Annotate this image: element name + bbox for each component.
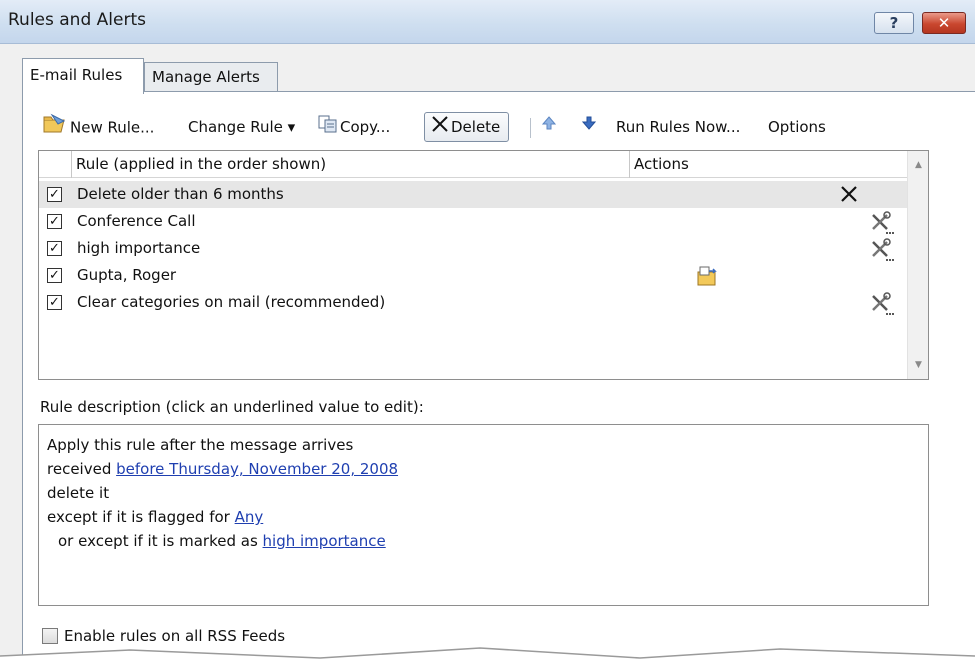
rule-row[interactable]: ✓ high importance [39, 235, 907, 262]
torn-edge-decoration [0, 647, 975, 662]
description-text: received [47, 460, 117, 478]
copy-icon [318, 113, 338, 143]
tab-manage-alerts[interactable]: Manage Alerts [144, 62, 278, 92]
delete-label: Delete [451, 118, 501, 136]
description-text: or except if it is marked as [58, 532, 263, 550]
tools-icon [869, 292, 895, 320]
move-down-button[interactable] [581, 112, 597, 142]
rule-row[interactable]: ✓ Conference Call [39, 208, 907, 235]
close-button[interactable]: ✕ [922, 12, 966, 34]
move-to-folder-icon [695, 265, 719, 291]
delete-x-icon [431, 114, 449, 142]
rules-toolbar: New Rule... Change Rule ▾ Copy... Delete [42, 112, 842, 142]
rule-enabled-checkbox[interactable]: ✓ [47, 295, 62, 310]
move-up-button[interactable] [541, 112, 557, 142]
description-line: delete it [47, 484, 110, 502]
copy-label: Copy... [340, 118, 391, 136]
change-rule-button[interactable]: Change Rule ▾ [188, 112, 295, 142]
importance-condition-link[interactable]: high importance [263, 532, 386, 550]
description-text: except if it is flagged for [47, 508, 235, 526]
rule-row[interactable]: ✓ Clear categories on mail (recommended) [39, 289, 907, 316]
rule-enabled-checkbox[interactable]: ✓ [47, 268, 62, 283]
options-button[interactable]: Options [768, 112, 826, 142]
rule-name: Gupta, Roger [77, 266, 177, 284]
scroll-up-icon[interactable]: ▲ [908, 155, 929, 175]
run-rules-now-button[interactable]: Run Rules Now... [616, 112, 740, 142]
arrow-down-icon [581, 116, 597, 135]
rule-enabled-checkbox[interactable]: ✓ [47, 214, 62, 229]
date-condition-link[interactable]: before Thursday, November 20, 2008 [116, 460, 398, 478]
description-line: except if it is flagged for Any [47, 505, 928, 529]
description-line: Apply this rule after the message arrive… [47, 436, 354, 454]
title-bar: Rules and Alerts ? ✕ [0, 0, 975, 44]
column-header-rule[interactable]: Rule (applied in the order shown) [71, 151, 326, 178]
toolbar-separator [530, 118, 531, 138]
tab-email-rules[interactable]: E-mail Rules [22, 58, 144, 94]
rule-name: Delete older than 6 months [77, 185, 284, 203]
rule-row[interactable]: ✓ Delete older than 6 months [39, 181, 907, 208]
new-rule-label: New Rule... [70, 118, 155, 137]
help-button[interactable]: ? [874, 12, 914, 34]
rule-row[interactable]: ✓ Gupta, Roger [39, 262, 907, 289]
description-line: received before Thursday, November 20, 2… [47, 457, 928, 481]
rss-rules-label: Enable rules on all RSS Feeds [64, 627, 286, 645]
rss-rules-checkbox[interactable] [42, 628, 58, 644]
rule-name: Conference Call [77, 212, 196, 230]
rule-name: high importance [77, 239, 201, 257]
rules-list-header: Rule (applied in the order shown) Action… [39, 151, 907, 178]
description-line: or except if it is marked as high import… [47, 529, 928, 553]
scroll-down-icon[interactable]: ▼ [908, 355, 929, 375]
new-rule-icon [42, 112, 68, 144]
rules-list[interactable]: Rule (applied in the order shown) Action… [38, 150, 929, 380]
new-rule-button[interactable]: New Rule... [42, 112, 154, 142]
window-title: Rules and Alerts [8, 10, 146, 30]
copy-button[interactable]: Copy... [318, 112, 390, 142]
delete-x-icon [839, 184, 859, 208]
rule-enabled-checkbox[interactable]: ✓ [47, 241, 62, 256]
rule-enabled-checkbox[interactable]: ✓ [47, 187, 62, 202]
delete-button[interactable]: Delete [424, 112, 510, 142]
rule-description-label: Rule description (click an underlined va… [40, 398, 424, 416]
flag-condition-link[interactable]: Any [235, 508, 264, 526]
rule-name: Clear categories on mail (recommended) [77, 293, 386, 311]
rules-list-scrollbar[interactable]: ▲ ▼ [907, 151, 928, 379]
arrow-up-icon [541, 116, 557, 135]
column-header-actions[interactable]: Actions [629, 151, 689, 178]
rule-description-box: Apply this rule after the message arrive… [38, 424, 929, 606]
rules-and-alerts-dialog: Rules and Alerts ? ✕ E-mail Rules Manage… [0, 0, 975, 662]
